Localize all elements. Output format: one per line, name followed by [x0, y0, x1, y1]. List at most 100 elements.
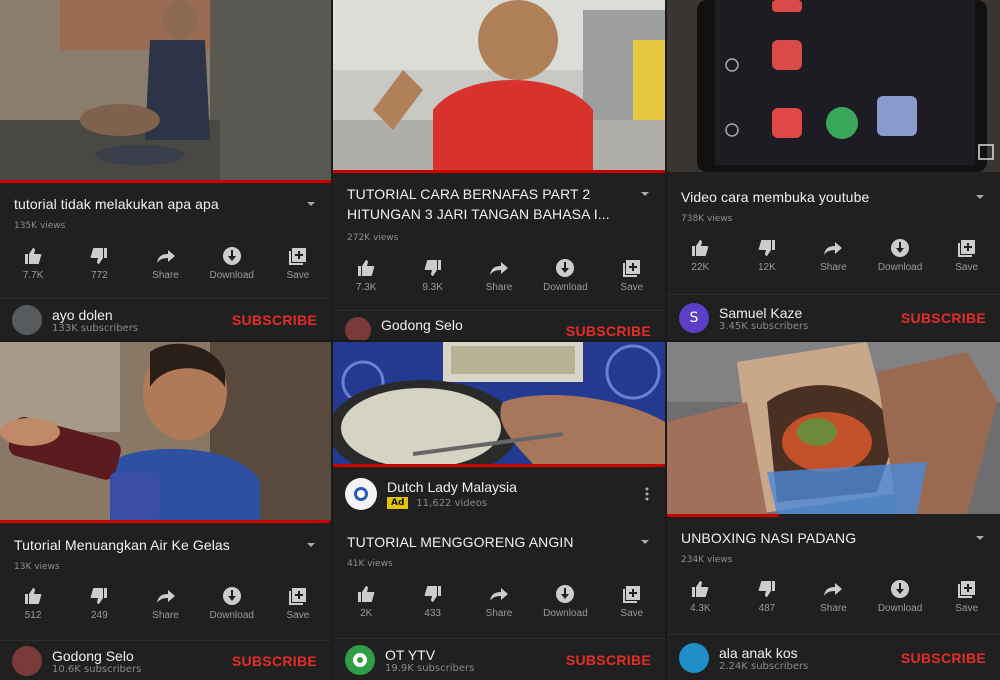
chevron-down-icon[interactable] — [974, 191, 986, 203]
channel-name[interactable]: Godong Selo — [381, 317, 566, 333]
view-count: 272K views — [347, 233, 399, 243]
download-button[interactable]: Download — [532, 584, 598, 619]
channel-name[interactable]: ayo dolen — [52, 307, 232, 323]
save-button[interactable]: Save — [933, 579, 1000, 614]
share-arrow-icon — [156, 250, 175, 263]
like-button[interactable]: 7.7K — [0, 246, 66, 281]
thumbs-up-icon — [358, 586, 375, 602]
video-card-5: Dutch Lady Malaysia Ad 11,622 videos TUT… — [333, 342, 665, 680]
thumbs-down-icon — [90, 588, 108, 604]
video-title[interactable]: tutorial tidak melakukan apa apa — [14, 194, 219, 214]
video-title[interactable]: UNBOXING NASI PADANG — [681, 528, 856, 548]
avatar[interactable] — [679, 643, 709, 673]
avatar[interactable] — [345, 645, 375, 675]
like-button[interactable]: 22K — [667, 238, 734, 273]
video-thumbnail[interactable] — [667, 0, 1000, 172]
share-button[interactable]: Share — [800, 579, 867, 614]
ad-badge: Ad — [387, 497, 409, 509]
video-card-6: UNBOXING NASI PADANG 234K views 4.3K 487… — [667, 342, 1000, 680]
dislike-button[interactable]: 12K — [734, 238, 801, 273]
chevron-down-icon[interactable] — [305, 539, 317, 551]
video-title[interactable]: TUTORIAL CARA BERNAFAS PART 2 HITUNGAN 3… — [347, 184, 610, 224]
advertiser-name[interactable]: Dutch Lady Malaysia — [387, 479, 639, 495]
video-thumbnail[interactable] — [0, 342, 331, 520]
channel-name[interactable]: Godong Selo — [52, 648, 232, 664]
share-label: Share — [820, 262, 847, 273]
save-button[interactable]: Save — [599, 584, 665, 619]
watch-progress-bar — [0, 180, 331, 183]
download-icon — [891, 239, 910, 257]
video-card-4: Tutorial Menuangkan Air Ke Gelas 13K vie… — [0, 342, 331, 680]
avatar[interactable]: S — [679, 303, 709, 333]
chevron-down-icon[interactable] — [974, 532, 986, 544]
download-button[interactable]: Download — [867, 238, 934, 273]
share-button[interactable]: Share — [466, 258, 532, 293]
save-button[interactable]: Save — [265, 586, 331, 621]
chevron-down-icon[interactable] — [305, 198, 317, 210]
thumbs-down-icon — [90, 248, 108, 264]
share-label: Share — [152, 610, 179, 621]
playlist-add-icon — [622, 586, 640, 603]
like-count: 512 — [24, 610, 42, 621]
chevron-down-icon[interactable] — [639, 188, 651, 200]
video-thumbnail[interactable] — [333, 342, 665, 464]
share-label: Share — [485, 608, 513, 619]
download-button[interactable]: Download — [532, 258, 598, 293]
more-vert-icon[interactable] — [639, 486, 655, 502]
subscriber-count: 10.6K subscribers — [52, 663, 142, 675]
video-title[interactable]: Video cara membuka youtube — [681, 187, 869, 207]
share-arrow-icon — [490, 262, 509, 275]
share-button[interactable]: Share — [466, 584, 532, 619]
channel-row[interactable]: Godong Selo 10.6K subscribers SUBSCRIBE — [0, 640, 331, 680]
like-button[interactable]: 2K — [333, 584, 399, 619]
save-button[interactable]: Save — [599, 258, 665, 293]
share-button[interactable]: Share — [132, 246, 198, 281]
ad-row[interactable]: Dutch Lady Malaysia Ad 11,622 videos — [333, 470, 665, 518]
subscribe-button[interactable]: SUBSCRIBE — [566, 323, 651, 339]
video-title[interactable]: TUTORIAL MENGGORENG ANGIN — [347, 532, 574, 552]
dislike-button[interactable]: 772 — [66, 246, 132, 281]
dislike-button[interactable]: 249 — [66, 586, 132, 621]
avatar[interactable] — [345, 317, 371, 340]
subscribe-button[interactable]: SUBSCRIBE — [566, 652, 651, 668]
dislike-button[interactable]: 9.3K — [399, 258, 465, 293]
save-button[interactable]: Save — [933, 238, 1000, 273]
playlist-add-icon — [288, 248, 306, 265]
channel-row[interactable]: ala anak kos 2.24K subscribers SUBSCRIBE — [667, 634, 1000, 680]
dislike-count: 9.3K — [422, 282, 443, 293]
like-button[interactable]: 4.3K — [667, 579, 734, 614]
advertiser-avatar[interactable] — [345, 478, 377, 510]
dislike-button[interactable]: 433 — [399, 584, 465, 619]
video-thumbnail[interactable] — [333, 0, 665, 170]
subscribe-button[interactable]: SUBSCRIBE — [232, 653, 317, 669]
avatar[interactable] — [12, 305, 42, 335]
share-button[interactable]: Share — [132, 586, 198, 621]
subscriber-count: 2.24K subscribers — [719, 660, 809, 672]
channel-name[interactable]: ala anak kos — [719, 645, 901, 661]
channel-row[interactable]: OT YTV 19.9K subscribers SUBSCRIBE — [333, 638, 665, 680]
video-thumbnail[interactable] — [667, 342, 1000, 514]
video-title[interactable]: Tutorial Menuangkan Air Ke Gelas — [14, 535, 230, 555]
channel-row[interactable]: S Samuel Kaze 3.45K subscribers SUBSCRIB… — [667, 294, 1000, 340]
channel-name[interactable]: Samuel Kaze — [719, 305, 901, 321]
save-label: Save — [955, 603, 979, 614]
channel-name[interactable]: OT YTV — [385, 647, 566, 663]
avatar[interactable] — [12, 646, 42, 676]
like-button[interactable]: 512 — [0, 586, 66, 621]
video-thumbnail[interactable] — [0, 0, 331, 180]
chevron-down-icon[interactable] — [639, 536, 651, 548]
dislike-button[interactable]: 487 — [734, 579, 801, 614]
channel-row[interactable]: ayo dolen 133K subscribers SUBSCRIBE — [0, 298, 331, 340]
subscribe-button[interactable]: SUBSCRIBE — [901, 650, 986, 666]
download-button[interactable]: Download — [199, 586, 265, 621]
subscribe-button[interactable]: SUBSCRIBE — [232, 312, 317, 328]
download-button[interactable]: Download — [199, 246, 265, 281]
channel-row[interactable]: Godong Selo SUBSCRIBE — [333, 310, 665, 340]
download-button[interactable]: Download — [867, 579, 934, 614]
share-button[interactable]: Share — [800, 238, 867, 273]
video-count: 11,622 videos — [416, 497, 488, 509]
subscribe-button[interactable]: SUBSCRIBE — [901, 310, 986, 326]
dislike-count: 249 — [90, 610, 108, 621]
like-button[interactable]: 7.3K — [333, 258, 399, 293]
save-button[interactable]: Save — [265, 246, 331, 281]
